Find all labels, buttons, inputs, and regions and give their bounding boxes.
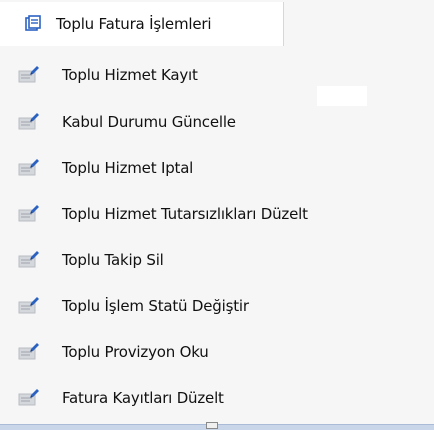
menu-item-label: Fatura Kayıtları Düzelt bbox=[62, 389, 224, 407]
splitter-grip[interactable] bbox=[206, 422, 218, 429]
menu-item-label: Toplu Provizyon Oku bbox=[62, 343, 209, 361]
splitter-bar[interactable] bbox=[0, 422, 434, 430]
document-edit-icon bbox=[18, 66, 39, 83]
menu-item-label: Toplu İşlem Statü Değiştir bbox=[62, 297, 249, 315]
menu-item-label: Toplu Fatura İşlemleri bbox=[56, 15, 212, 33]
menu-item-toplu-fatura-islemleri[interactable]: Toplu Fatura İşlemleri bbox=[0, 2, 284, 46]
menu-item-label: Toplu Hizmet Kayıt bbox=[62, 66, 198, 84]
document-stack-icon bbox=[25, 15, 41, 31]
document-edit-icon bbox=[18, 251, 39, 268]
menu-item-fatura-kayitlari-duzelt[interactable]: Fatura Kayıtları Düzelt bbox=[0, 376, 434, 420]
document-edit-icon bbox=[18, 389, 39, 406]
document-edit-icon bbox=[18, 205, 39, 222]
document-edit-icon bbox=[18, 297, 39, 314]
menu-item-label: Toplu Hizmet Tutarsızlıkları Düzelt bbox=[62, 205, 308, 223]
menu-item-kabul-durumu-guncelle[interactable]: Kabul Durumu Güncelle bbox=[0, 100, 434, 144]
document-edit-icon bbox=[18, 159, 39, 176]
document-edit-icon bbox=[18, 113, 39, 130]
menu-item-toplu-takip-sil[interactable]: Toplu Takip Sil bbox=[0, 238, 434, 282]
menu-item-toplu-islem-statu-degistir[interactable]: Toplu İşlem Statü Değiştir bbox=[0, 284, 434, 328]
menu-item-toplu-hizmet-iptal[interactable]: Toplu Hizmet Iptal bbox=[0, 146, 434, 190]
menu-item-label: Kabul Durumu Güncelle bbox=[62, 113, 236, 131]
menu-item-toplu-hizmet-kayit[interactable]: Toplu Hizmet Kayıt bbox=[0, 53, 434, 97]
batch-operations-menu: Toplu Fatura İşlemleri Toplu Hizmet Kayı… bbox=[0, 0, 434, 430]
menu-item-toplu-hizmet-tutarsizliklari-duzelt[interactable]: Toplu Hizmet Tutarsızlıkları Düzelt bbox=[0, 192, 434, 236]
menu-item-label: Toplu Hizmet Iptal bbox=[62, 159, 194, 177]
menu-item-toplu-provizyon-oku[interactable]: Toplu Provizyon Oku bbox=[0, 330, 434, 374]
menu-item-label: Toplu Takip Sil bbox=[62, 251, 164, 269]
document-edit-icon bbox=[18, 343, 39, 360]
